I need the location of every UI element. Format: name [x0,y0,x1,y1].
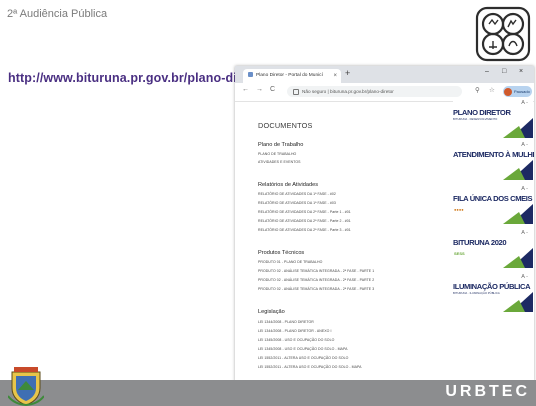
section-title: Plano de Trabalho [258,142,304,148]
zoom-icon[interactable]: ⚲ [475,86,480,94]
bituruna-coat-of-arms-icon [8,367,44,406]
section-title: Legislação [258,309,285,315]
banner-font-size[interactable]: A - [521,230,528,236]
banner-font-size[interactable]: A - [521,186,528,192]
urbtec-icons-logo [475,6,531,62]
favicon-icon [248,72,253,78]
banner-font-size[interactable]: A - [521,274,528,280]
reload-icon[interactable]: C [270,86,275,93]
document-link[interactable]: LEI 1344/2008 - PLANO DIRETOR [258,320,314,324]
plan-url[interactable]: http://www.bituruna.pr.gov.br/plano-dire… [8,71,266,85]
banner-title: FILA ÚNICA DOS CMEIS [453,194,533,203]
document-link[interactable]: RELATÓRIO DE ATIVIDADES DA 2ª FASE - Par… [258,228,351,232]
page-heading: DOCUMENTOS [258,121,313,130]
minimize-icon[interactable]: – [485,68,489,75]
document-link[interactable]: PRODUTO 01 - PLANO DE TRABALHO [258,260,322,264]
document-link[interactable]: LEI 1552/2011 - ALTERA USO E OCUPAÇÃO DO… [258,356,348,360]
banner-font-size[interactable]: A - [521,142,528,148]
corner-shapes-icon [503,118,533,138]
banner-decoration: ●●●● [454,207,464,212]
corner-shapes-icon [503,204,533,224]
urbtec-brand: URBTEC [445,383,530,400]
corner-shapes-icon [503,160,533,180]
banner-title: BITURUNA 2020 [453,238,507,247]
banner-decoration: SESS [454,251,465,256]
document-link[interactable]: ATIVIDADES E EVENTOS [258,160,301,164]
banner-subtitle: BITURUNA · ILUMINAÇÃO PÚBLICA [453,291,500,295]
tab-title: Plano Diretor - Portal do Municí [256,73,323,78]
document-link[interactable]: RELATÓRIO DE ATIVIDADES DA 2ª FASE - Par… [258,210,351,214]
document-link[interactable]: PRODUTO 02 - ANÁLISE TEMÁTICA INTEGRADA … [258,278,374,282]
document-link[interactable]: PRODUTO 02 - ANÁLISE TEMÁTICA INTEGRADA … [258,269,374,273]
browser-tab[interactable]: Plano Diretor - Portal do Municí × [243,69,341,83]
document-link[interactable]: PRODUTO 02 - ANÁLISE TEMÁTICA INTEGRADA … [258,287,374,291]
avatar [504,87,512,96]
document-link[interactable]: RELATÓRIO DE ATIVIDADES DA 2ª FASE - Par… [258,219,351,223]
lock-icon [293,88,299,95]
corner-shapes-icon [503,248,533,268]
tab-close-icon[interactable]: × [333,69,337,83]
document-link[interactable]: PLANO DE TRABALHO [258,152,296,156]
document-link[interactable]: LEI 1552/2011 - ALTERA USO E OCUPAÇÃO DO… [258,365,362,369]
document-link[interactable]: RELATÓRIO DE ATIVIDADES DA 1ª FASE - #02 [258,192,336,196]
section-title: Relatórios de Atividades [258,182,319,188]
profile-button[interactable]: Pausado [503,86,532,97]
address-text: Não seguro | bituruna.pr.gov.br/plano-di… [302,89,394,94]
window-close-icon[interactable]: × [519,68,523,75]
banner-title: ILUMINAÇÃO PÚBLICA [453,282,531,291]
banner-bituruna-2020[interactable]: A - BITURUNA 2020 SESS [453,230,533,268]
banner-title: PLANO DIRETOR [453,108,511,117]
document-link[interactable]: LEI 1345/2008 - USO E OCUPAÇÃO DO SOLO [258,338,334,342]
tab-bar: Plano Diretor - Portal do Municí × + – □… [235,66,534,83]
banner-atendimento-mulher[interactable]: A - ATENDIMENTO À MULHER [453,142,534,180]
banner-subtitle: BITURUNA · DESENVOLVIMENTO [453,117,498,121]
banner-fila-unica[interactable]: A - FILA ÚNICA DOS CMEIS ●●●● [453,186,533,224]
document-link[interactable]: LEI 1344/2008 - PLANO DIRETOR - ANEXO I [258,329,331,333]
banner-title: ATENDIMENTO À MULHER [453,150,534,159]
forward-icon[interactable]: → [256,86,263,93]
document-link[interactable]: RELATÓRIO DE ATIVIDADES DA 1ª FASE - #03 [258,201,336,205]
page-content: DOCUMENTOS Plano de Trabalho PLANO DE TR… [235,100,534,382]
profile-label: Pausado [514,89,530,94]
banner-iluminacao-publica[interactable]: A - ILUMINAÇÃO PÚBLICA BITURUNA · ILUMIN… [453,274,533,312]
back-icon[interactable]: ← [242,86,249,93]
section-title: Produtos Técnicos [258,250,305,256]
banner-font-size[interactable]: A - [521,100,528,106]
slide-title: 2ª Audiência Pública [7,8,108,20]
banner-plano-diretor[interactable]: A - PLANO DIRETOR BITURUNA · DESENVOLVIM… [453,100,533,138]
star-icon[interactable]: ☆ [489,86,495,94]
address-bar[interactable]: Não seguro | bituruna.pr.gov.br/plano-di… [287,86,462,97]
document-link[interactable]: LEI 1345/2008 - USO E OCUPAÇÃO DO SOLO -… [258,347,347,351]
new-tab-icon[interactable]: + [345,68,350,78]
corner-shapes-icon [503,292,533,312]
maximize-icon[interactable]: □ [502,68,506,75]
browser-window: Plano Diretor - Portal do Municí × + – □… [235,66,534,382]
